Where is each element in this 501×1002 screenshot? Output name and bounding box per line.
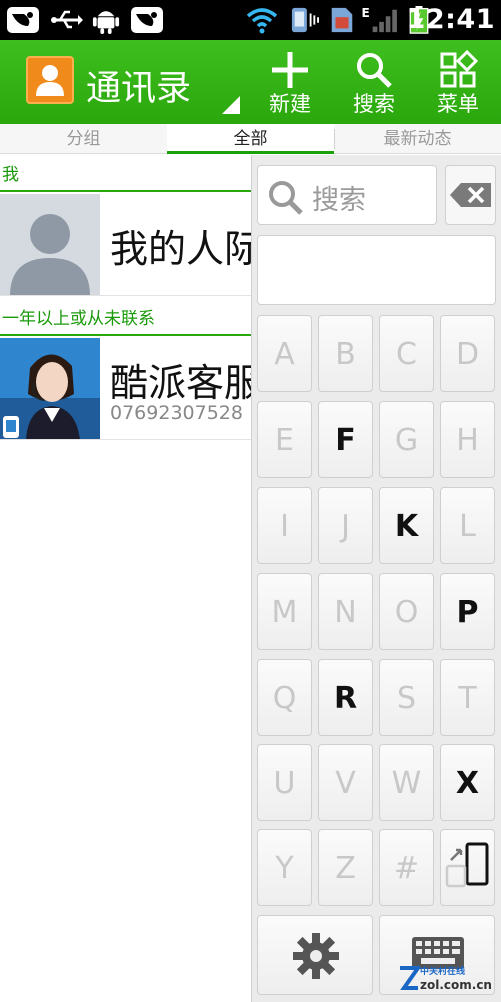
search-query-display (257, 235, 496, 305)
key-f[interactable]: F (318, 401, 373, 478)
letter-keyboard-panel: 搜索 A B C D E F G H I J K L M N O P Q R S T U V W X Y Z # (251, 155, 501, 1002)
tab-bar: 分组 全部 最新动态 (0, 124, 501, 154)
key-o[interactable]: O (379, 573, 434, 650)
key-c[interactable]: C (379, 315, 434, 392)
new-contact-button[interactable]: 新建 (255, 46, 325, 122)
backspace-key[interactable] (445, 165, 496, 225)
app-notification-icon (131, 7, 163, 33)
key-m[interactable]: M (257, 573, 312, 650)
search-input[interactable]: 搜索 (257, 165, 437, 225)
key-n[interactable]: N (318, 573, 373, 650)
rotate-layout-key[interactable] (440, 829, 495, 906)
key-r[interactable]: R (318, 659, 373, 736)
key-u[interactable]: U (257, 744, 312, 821)
contact-row-service[interactable]: 酷派客服 07692307528 (0, 338, 260, 440)
key-z[interactable]: Z (318, 829, 373, 906)
contact-row-me[interactable]: 我的人际 (0, 194, 260, 296)
key-g[interactable]: G (379, 401, 434, 478)
plus-icon (272, 52, 308, 88)
key-l[interactable]: L (440, 487, 495, 564)
tab-recent-activity[interactable]: 最新动态 (334, 124, 501, 154)
contact-name: 酷派客服 (110, 361, 260, 405)
contacts-logo-icon (26, 56, 74, 104)
wifi-icon (246, 8, 278, 34)
key-a[interactable]: A (257, 315, 312, 392)
signal-icon: E (361, 6, 397, 33)
page-title[interactable]: 通讯录 (86, 60, 191, 111)
contact-name: 我的人际 (110, 227, 260, 271)
zol-logo-icon (400, 966, 420, 990)
key-b[interactable]: B (318, 315, 373, 392)
key-s[interactable]: S (379, 659, 434, 736)
svg-text:E: E (361, 6, 369, 20)
key-w[interactable]: W (379, 744, 434, 821)
key-i[interactable]: I (257, 487, 312, 564)
key-x[interactable]: X (440, 744, 495, 821)
usb-icon (51, 10, 83, 29)
key-k[interactable]: K (379, 487, 434, 564)
sim-icon (331, 7, 353, 33)
key-q[interactable]: Q (257, 659, 312, 736)
status-bar: E 12:41 (0, 0, 501, 40)
menu-grid-icon (440, 50, 478, 88)
status-clock: 12:41 (406, 4, 495, 35)
zol-watermark: 中关村在线 zol.com.cn (398, 962, 498, 998)
contact-phone: 07692307528 (110, 402, 243, 424)
watermark-url: zol.com.cn (420, 978, 492, 992)
menu-button[interactable]: 菜单 (423, 46, 493, 122)
default-avatar (0, 194, 100, 295)
key-j[interactable]: J (318, 487, 373, 564)
key-v[interactable]: V (318, 744, 373, 821)
backspace-icon (450, 183, 491, 207)
rotate-icon (445, 842, 488, 888)
search-icon (357, 53, 392, 88)
watermark-name: 中关村在线 (420, 967, 466, 977)
tab-groups[interactable]: 分组 (0, 124, 167, 154)
tab-all[interactable]: 全部 (167, 124, 334, 154)
search-button[interactable]: 搜索 (339, 46, 409, 122)
search-label: 搜索 (353, 92, 395, 116)
key-t[interactable]: T (440, 659, 495, 736)
key-hash[interactable]: # (379, 829, 434, 906)
app-header: 通讯录 新建 搜索 菜单 (0, 40, 501, 124)
new-contact-label: 新建 (269, 92, 311, 116)
search-icon (269, 181, 303, 215)
section-header-inactive: 一年以上或从未联系 (0, 302, 260, 336)
section-header-me: 我 (0, 158, 260, 192)
gear-icon (293, 933, 339, 979)
contact-photo (0, 338, 100, 439)
vibrate-icon (291, 7, 319, 33)
key-h[interactable]: H (440, 401, 495, 478)
key-p[interactable]: P (440, 573, 495, 650)
menu-label: 菜单 (437, 92, 479, 116)
title-dropdown-icon[interactable] (222, 96, 240, 114)
key-e[interactable]: E (257, 401, 312, 478)
settings-key[interactable] (257, 915, 373, 995)
android-debug-icon (92, 11, 120, 34)
key-d[interactable]: D (440, 315, 495, 392)
app-notification-icon (7, 7, 39, 33)
key-y[interactable]: Y (257, 829, 312, 906)
search-placeholder: 搜索 (312, 185, 366, 216)
